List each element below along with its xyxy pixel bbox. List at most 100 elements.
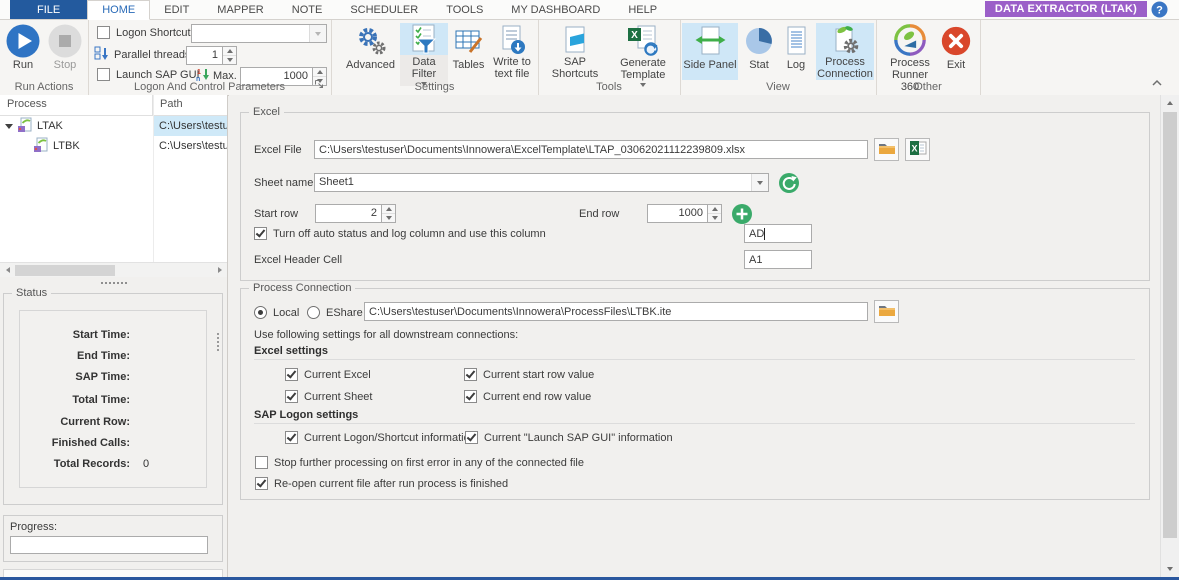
side-panel-button[interactable]: Side Panel <box>682 23 738 80</box>
sap-shortcuts-button[interactable]: SAP Shortcuts <box>542 23 608 80</box>
scrollbar-thumb[interactable] <box>15 265 115 276</box>
exit-label: Exit <box>947 59 965 71</box>
checkbox-icon <box>465 431 478 444</box>
spinner-arrows[interactable] <box>223 46 237 65</box>
tab-help[interactable]: HELP <box>614 0 671 19</box>
stat-button[interactable]: Stat <box>742 23 776 80</box>
current-logon-checkbox[interactable]: Current Logon/Shortcut information <box>285 431 476 444</box>
log-button[interactable]: Log <box>780 23 812 80</box>
tree-expander-icon[interactable] <box>5 124 13 129</box>
radio-icon <box>254 306 267 319</box>
stop-on-error-label: Stop further processing on first error i… <box>274 457 584 469</box>
group-label-other: Other <box>876 81 980 93</box>
auto-status-label: Turn off auto status and log column and … <box>273 228 546 240</box>
open-in-excel-button[interactable]: X <box>905 138 930 161</box>
tree-row-ltbk[interactable]: LTBK C:\Users\testu <box>0 136 227 156</box>
refresh-sheets-button[interactable] <box>778 172 800 194</box>
connection-path-field[interactable]: C:\Users\testuser\Documents\Innowera\Pro… <box>364 302 868 321</box>
current-launch-checkbox[interactable]: Current "Launch SAP GUI" information <box>465 431 673 444</box>
tables-button[interactable]: Tables <box>450 23 487 80</box>
spinner-arrows[interactable] <box>382 204 396 223</box>
tab-edit[interactable]: EDIT <box>150 0 203 19</box>
current-launch-label: Current "Launch SAP GUI" information <box>484 432 673 444</box>
process-runner-360-icon <box>893 23 927 57</box>
chevron-down-icon <box>751 174 768 191</box>
local-label: Local <box>273 307 299 319</box>
process-connection-groupbox: Process Connection Local EShare C:\Users… <box>240 288 1150 500</box>
stop-on-error-checkbox[interactable]: Stop further processing on first error i… <box>255 456 584 469</box>
end-row-stepper[interactable]: 1000 <box>647 204 722 223</box>
logon-shortcut-checkbox[interactable]: Logon Shortcut <box>97 26 191 39</box>
sap-settings-title: SAP Logon settings <box>254 409 358 421</box>
group-label-settings: Settings <box>331 81 538 93</box>
generate-template-button[interactable]: X Generate Template <box>610 23 676 80</box>
tab-tools[interactable]: TOOLS <box>432 0 497 19</box>
write-to-text-file-button[interactable]: Write to text file <box>488 23 536 80</box>
start-row-stepper[interactable]: 2 <box>315 204 396 223</box>
svg-text:X: X <box>631 30 638 41</box>
tables-icon <box>453 23 485 59</box>
header-cell-field[interactable]: A1 <box>744 250 812 269</box>
add-row-range-button[interactable] <box>731 203 753 225</box>
local-radio[interactable]: Local <box>254 306 299 319</box>
main-vertical-scrollbar[interactable] <box>1160 95 1179 577</box>
parallel-threads-stepper[interactable]: 1 <box>186 46 237 65</box>
process-runner-360-button[interactable]: Process Runner 360 <box>882 23 938 80</box>
spinner-arrows[interactable] <box>708 204 722 223</box>
status-drag-handle[interactable] <box>217 333 221 351</box>
excel-file-label: Excel File <box>254 144 302 156</box>
tab-mapper[interactable]: MAPPER <box>203 0 277 19</box>
tables-label: Tables <box>453 59 485 71</box>
scroll-up-icon[interactable] <box>1161 95 1179 111</box>
reopen-file-checkbox[interactable]: Re-open current file after run process i… <box>255 477 508 490</box>
svg-text:X: X <box>911 144 917 154</box>
stop-button[interactable]: Stop <box>46 23 84 80</box>
logon-shortcut-combo[interactable] <box>191 24 327 43</box>
tab-scheduler[interactable]: SCHEDULER <box>336 0 432 19</box>
scrollbar-thumb[interactable] <box>1163 112 1177 538</box>
excel-title: Excel <box>249 106 284 118</box>
scroll-left-icon[interactable] <box>0 263 15 277</box>
browse-excel-file-button[interactable] <box>874 138 899 161</box>
tree-header-path[interactable]: Path <box>153 95 227 115</box>
status-label: Current Row: <box>30 416 130 428</box>
scroll-right-icon[interactable] <box>212 263 227 277</box>
checkbox-icon <box>464 390 477 403</box>
checkbox-icon <box>285 431 298 444</box>
data-filter-label: Data Filter <box>400 56 448 80</box>
current-end-row-checkbox[interactable]: Current end row value <box>464 390 591 403</box>
process-file-icon <box>33 137 49 156</box>
current-excel-checkbox[interactable]: Current Excel <box>285 368 371 381</box>
data-filter-button[interactable]: Data Filter <box>400 23 448 80</box>
tree-item-label: LTBK <box>53 140 80 152</box>
exit-button[interactable]: Exit <box>940 23 972 80</box>
tab-home[interactable]: HOME <box>87 0 150 20</box>
group-label-run-actions: Run Actions <box>0 81 88 93</box>
tree-horizontal-scrollbar[interactable] <box>0 262 227 277</box>
tab-file[interactable]: FILE <box>10 0 87 19</box>
checkbox-icon <box>285 390 298 403</box>
launch-sap-gui-checkbox[interactable]: Launch SAP GUI <box>97 68 200 81</box>
help-icon[interactable]: ? <box>1151 1 1168 18</box>
tab-note[interactable]: NOTE <box>278 0 337 19</box>
auto-status-checkbox[interactable]: Turn off auto status and log column and … <box>254 227 546 240</box>
current-sheet-checkbox[interactable]: Current Sheet <box>285 390 372 403</box>
eshare-radio[interactable]: EShare <box>307 306 363 319</box>
tree-row-ltak[interactable]: LTAK C:\Users\testu <box>0 116 227 136</box>
process-connection-button[interactable]: Process Connection <box>816 23 874 80</box>
tab-my-dashboard[interactable]: MY DASHBOARD <box>497 0 614 19</box>
tree-header-process[interactable]: Process <box>0 95 153 115</box>
process-tree: Process Path LTAK C:\Users\testu <box>0 95 227 262</box>
browse-connection-button[interactable] <box>874 300 899 323</box>
scroll-down-icon[interactable] <box>1161 561 1179 577</box>
sheet-name-combo[interactable]: Sheet1 <box>314 173 769 192</box>
ribbon-collapse-icon[interactable] <box>1151 78 1163 90</box>
excel-file-field[interactable]: C:\Users\testuser\Documents\Innowera\Exc… <box>314 140 868 159</box>
status-column-field[interactable]: AD <box>744 224 812 243</box>
advanced-button[interactable]: Advanced <box>343 23 398 80</box>
header-cell-label: Excel Header Cell <box>254 254 342 266</box>
run-icon <box>5 23 41 59</box>
progress-field[interactable] <box>10 536 208 554</box>
run-button[interactable]: Run <box>4 23 42 80</box>
current-start-row-checkbox[interactable]: Current start row value <box>464 368 594 381</box>
